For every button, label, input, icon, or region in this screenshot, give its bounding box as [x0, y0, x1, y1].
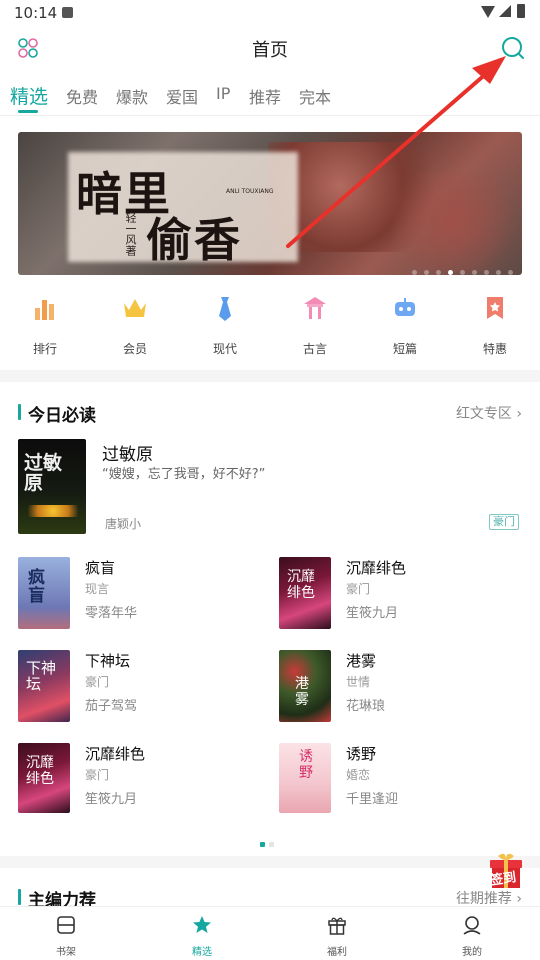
status-bar: 10:14	[0, 0, 540, 26]
ranking-icon	[35, 300, 54, 320]
bookshelf-icon	[57, 916, 75, 934]
profile-icon	[463, 916, 481, 935]
book-author: 花琳琅	[346, 699, 386, 714]
section-divider	[0, 370, 540, 382]
banner-author: 轻一风著	[124, 212, 137, 256]
category-ancient[interactable]: 古言	[280, 290, 350, 357]
book-cover[interactable]: 下神坛	[18, 650, 70, 722]
today-section-title: 今日必读	[18, 401, 96, 426]
section-divider	[0, 856, 540, 868]
category-tabs: 精选 免费 爆款 爱国 IP 推荐 完本	[0, 78, 540, 116]
chevron-right-icon: ›	[516, 406, 522, 422]
book-author: 千里逢迎	[346, 792, 399, 807]
featured-book-cover[interactable]: 过敏原	[18, 439, 86, 534]
tab-ip[interactable]: IP	[216, 84, 230, 103]
book-title[interactable]: 疯盲	[85, 557, 115, 578]
crown-icon	[124, 299, 146, 317]
pavilion-icon	[304, 297, 326, 319]
book-title[interactable]: 港雾	[346, 650, 376, 671]
book-category: 豪门	[85, 675, 110, 689]
book-category: 豪门	[85, 768, 110, 782]
checkin-gift-button[interactable]: 签到	[484, 850, 528, 894]
tab-indicator	[18, 110, 38, 113]
wifi-icon	[481, 6, 495, 18]
book-cover[interactable]: 诱野	[279, 743, 331, 813]
tie-icon	[219, 297, 231, 321]
book-cover[interactable]: 港雾	[279, 650, 331, 722]
book-grid-pagination	[260, 832, 278, 851]
notification-icon	[62, 7, 73, 18]
book-cover[interactable]: 沉靡 绯色	[279, 557, 331, 629]
featured-book-author: 唐颖小	[105, 517, 142, 531]
robot-icon	[395, 298, 415, 316]
book-author: 茄子驾驾	[85, 699, 138, 714]
tab-recommend[interactable]: 推荐	[249, 84, 281, 108]
today-more-link[interactable]: 红文专区 ›	[456, 403, 522, 423]
book-cover[interactable]: 疯盲	[18, 557, 70, 629]
banner-subtitle: ANLI TOUXIANG	[226, 188, 274, 195]
featured-book-desc: “嫂嫂，忘了我哥，好不好?”	[102, 467, 266, 482]
tab-completed[interactable]: 完本	[299, 84, 331, 108]
battery-icon	[517, 4, 525, 18]
checkin-label: 签到	[489, 870, 518, 889]
featured-book-tag: 豪门	[489, 514, 519, 530]
banner-title-line2: 偷香	[146, 213, 242, 267]
category-modern[interactable]: 现代	[190, 290, 260, 357]
top-bar: 首页	[0, 28, 540, 68]
status-time: 10:14	[14, 4, 58, 22]
featured-book-title[interactable]: 过敏原	[102, 440, 153, 465]
nav-welfare[interactable]: 福利	[307, 915, 367, 958]
discount-tag-icon	[487, 297, 503, 319]
book-cover[interactable]: 沉靡 绯色	[18, 743, 70, 813]
tab-featured[interactable]: 精选	[10, 82, 48, 109]
nav-profile[interactable]: 我的	[442, 915, 502, 958]
book-title[interactable]: 诱野	[346, 743, 376, 764]
tab-patriotic[interactable]: 爱国	[166, 84, 198, 108]
nav-bookshelf[interactable]: 书架	[36, 915, 96, 958]
page-title: 首页	[252, 40, 288, 61]
category-grid: 排行 会员 现代 古言 短篇 特惠	[0, 290, 540, 360]
book-title[interactable]: 沉靡绯色	[346, 557, 406, 578]
book-title[interactable]: 下神坛	[85, 650, 130, 671]
bottom-nav: 书架 精选 福利 我的	[0, 906, 540, 960]
book-category: 豪门	[346, 582, 371, 596]
book-category: 世情	[346, 675, 371, 689]
nav-featured[interactable]: 精选	[172, 915, 232, 958]
book-author: 笙筱九月	[85, 792, 138, 807]
category-vip[interactable]: 会员	[100, 290, 170, 357]
promo-banner[interactable]: 暗里 偷香 轻一风著 ANLI TOUXIANG	[18, 132, 522, 275]
banner-pagination	[412, 260, 520, 275]
book-category: 婚恋	[346, 768, 371, 782]
book-category: 现言	[85, 582, 110, 596]
signal-icon	[499, 5, 511, 17]
book-author: 零落年华	[85, 606, 138, 621]
category-short[interactable]: 短篇	[370, 290, 440, 357]
tab-free[interactable]: 免费	[66, 84, 98, 108]
gift-icon	[328, 917, 346, 935]
category-discount[interactable]: 特惠	[460, 290, 530, 357]
star-icon	[193, 916, 211, 933]
category-ranking[interactable]: 排行	[10, 290, 80, 357]
search-icon[interactable]	[500, 36, 526, 62]
tab-hot[interactable]: 爆款	[116, 84, 148, 108]
book-author: 笙筱九月	[346, 606, 399, 621]
book-title[interactable]: 沉靡绯色	[85, 743, 145, 764]
